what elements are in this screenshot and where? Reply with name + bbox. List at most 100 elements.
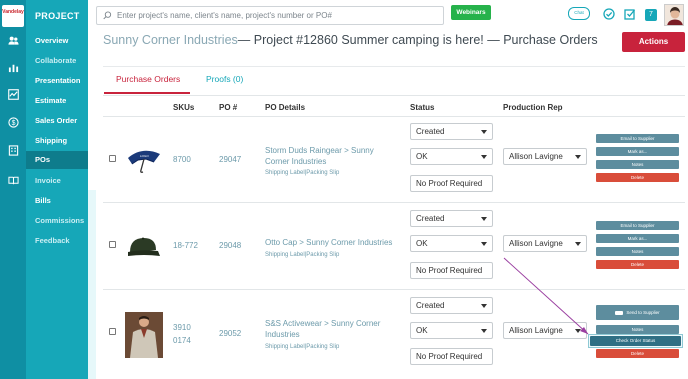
icon-rail: Vandelay $: [0, 0, 26, 379]
production-rep-select[interactable]: Allison Lavigne: [503, 148, 587, 165]
po-number-link[interactable]: 29047: [219, 155, 241, 164]
send-to-supplier-label: Send to Supplier: [626, 310, 660, 315]
column-header-rep: Production Rep: [503, 103, 563, 112]
divider: [103, 289, 685, 290]
nav-item-sales-order[interactable]: Sales Order: [35, 116, 77, 125]
chevron-down-icon: [481, 242, 487, 246]
status-sub-select[interactable]: OK: [410, 322, 493, 339]
email-supplier-button[interactable]: Email to Supplier: [596, 221, 679, 230]
production-rep-select[interactable]: Allison Lavigne: [503, 322, 587, 339]
divider: [103, 116, 685, 117]
rep-value: Allison Lavigne: [509, 239, 563, 248]
divider: [103, 202, 685, 203]
chat-button[interactable]: Chat: [568, 7, 590, 20]
avatar[interactable]: [664, 4, 684, 26]
shipping-packing-links[interactable]: Shipping Label|Packing Slip: [265, 170, 339, 176]
umbrella-image: LOGO: [128, 150, 160, 173]
status-sub-select[interactable]: OK: [410, 235, 493, 252]
chevron-down-icon: [575, 155, 581, 159]
chevron-down-icon: [481, 155, 487, 159]
chevron-down-icon: [481, 304, 487, 308]
delete-button[interactable]: Delete: [596, 173, 679, 182]
webinars-button[interactable]: Webinars: [451, 5, 491, 20]
users-icon[interactable]: [0, 28, 26, 54]
delete-button[interactable]: Delete: [596, 349, 679, 358]
nav-item-overview[interactable]: Overview: [35, 36, 68, 45]
sku-value: 18-772: [173, 241, 198, 250]
column-header-status: Status: [410, 103, 435, 112]
po-details-link[interactable]: S&S Activewear > Sunny Corner Industries: [265, 318, 385, 340]
divider: [103, 95, 685, 96]
status-value: Created: [416, 301, 445, 310]
notes-button[interactable]: Notes: [596, 325, 679, 334]
dollar-icon[interactable]: $: [0, 110, 26, 136]
send-to-supplier-button[interactable]: Send to Supplier: [596, 305, 679, 320]
po-details-link[interactable]: Otto Cap > Sunny Corner Industries: [265, 237, 405, 248]
company-logo[interactable]: Vandelay: [2, 5, 24, 27]
production-rep-select[interactable]: Allison Lavigne: [503, 235, 587, 252]
chevron-down-icon: [575, 242, 581, 246]
content-edge: [88, 190, 96, 379]
page-title: Sunny Corner Industries— Project #12860 …: [103, 33, 598, 47]
rep-value: Allison Lavigne: [509, 326, 563, 335]
status-select[interactable]: Created: [410, 210, 493, 227]
row-checkbox[interactable]: [109, 241, 116, 248]
tab-purchase-orders[interactable]: Purchase Orders: [116, 74, 180, 84]
shipping-packing-links[interactable]: Shipping Label|Packing Slip: [265, 252, 339, 258]
status-select[interactable]: Created: [410, 123, 493, 140]
notes-button[interactable]: Notes: [596, 160, 679, 169]
notes-button[interactable]: Notes: [596, 247, 679, 256]
model-shirt-image: [125, 312, 163, 358]
actions-button[interactable]: Actions: [622, 32, 685, 52]
mark-as-button[interactable]: Mark as...: [596, 147, 679, 156]
nav-item-estimate[interactable]: Estimate: [35, 96, 66, 105]
status-select[interactable]: Created: [410, 297, 493, 314]
activity-icon[interactable]: [0, 82, 26, 108]
cap-image: [128, 237, 160, 256]
rep-value: Allison Lavigne: [509, 152, 563, 161]
mark-as-button[interactable]: Mark as...: [596, 234, 679, 243]
status-sub-select[interactable]: OK: [410, 148, 493, 165]
status-value: Created: [416, 127, 445, 136]
check-circle-icon[interactable]: [603, 8, 615, 20]
bar-chart-icon[interactable]: [0, 55, 26, 81]
notification-badge[interactable]: 7: [645, 9, 657, 21]
tab-proofs[interactable]: Proofs (0): [206, 74, 243, 84]
column-header-po: PO #: [219, 103, 238, 112]
nav-item-pos[interactable]: POs: [26, 151, 88, 169]
delete-button[interactable]: Delete: [596, 260, 679, 269]
svg-text:$: $: [11, 120, 15, 127]
po-number-link[interactable]: 29048: [219, 241, 241, 250]
po-details-link[interactable]: Storm Duds Raingear > Sunny Corner Indus…: [265, 145, 400, 167]
nav-item-commissions[interactable]: Commissions: [35, 216, 84, 225]
nav-item-bills[interactable]: Bills: [35, 196, 51, 205]
email-supplier-button[interactable]: Email to Supplier: [596, 134, 679, 143]
svg-text:LOGO: LOGO: [140, 154, 149, 158]
nav-title: PROJECT: [35, 11, 80, 21]
proof-field[interactable]: No Proof Required: [410, 262, 493, 279]
nav-item-presentation[interactable]: Presentation: [35, 76, 80, 85]
check-order-status-button[interactable]: Check Order Status: [590, 336, 681, 346]
chevron-down-icon: [481, 217, 487, 221]
nav-item-feedback[interactable]: Feedback: [35, 236, 70, 245]
shipping-packing-links[interactable]: Shipping Label|Packing Slip: [265, 344, 339, 350]
nav-item-shipping[interactable]: Shipping: [35, 136, 67, 145]
book-icon[interactable]: [0, 168, 26, 194]
send-icon: [615, 310, 624, 315]
search-input[interactable]: Enter project's name, client's name, pro…: [96, 6, 444, 25]
po-number-link[interactable]: 29052: [219, 329, 241, 338]
nav-item-invoice[interactable]: Invoice: [35, 176, 61, 185]
row-checkbox[interactable]: [109, 328, 116, 335]
chevron-down-icon: [481, 130, 487, 134]
row-checkbox[interactable]: [109, 155, 116, 162]
sku-value: 8700: [173, 155, 191, 164]
column-header-skus: SKUs: [173, 103, 195, 112]
client-name-link[interactable]: Sunny Corner Industries: [103, 33, 238, 47]
status-sub-value: OK: [416, 326, 428, 335]
task-icon[interactable]: [624, 8, 636, 20]
proof-field[interactable]: No Proof Required: [410, 348, 493, 365]
nav-item-collaborate[interactable]: Collaborate: [35, 56, 76, 65]
column-header-details: PO Details: [265, 103, 306, 112]
proof-field[interactable]: No Proof Required: [410, 175, 493, 192]
building-icon[interactable]: [0, 138, 26, 164]
